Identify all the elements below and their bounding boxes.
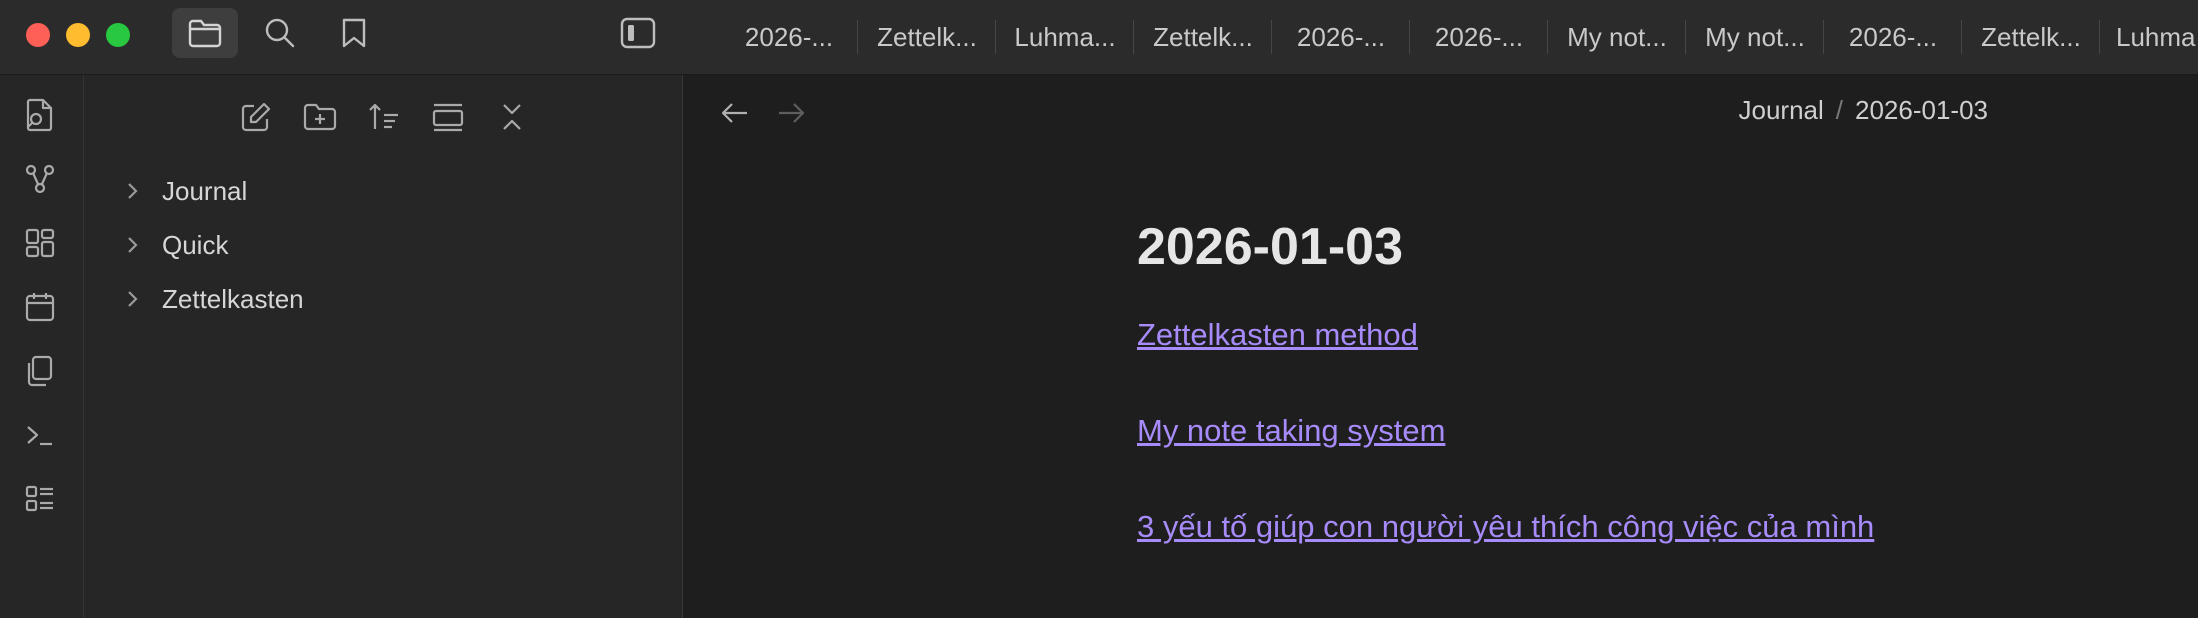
graph-view-icon[interactable] xyxy=(20,159,60,199)
chevron-right-icon xyxy=(120,286,146,312)
tab[interactable]: Zettelk... xyxy=(858,0,996,74)
bookmarks-button[interactable] xyxy=(321,8,387,58)
window-minimize-button[interactable] xyxy=(66,23,90,47)
file-explorer-button[interactable] xyxy=(172,8,238,58)
left-ribbon xyxy=(0,75,84,618)
note-content: 2026-01-03 Zettelkasten method My note t… xyxy=(1137,215,1874,603)
title-bar: 2026-... Zettelk... Luhma... Zettelk... … xyxy=(0,0,2198,75)
toggle-sidebar-button[interactable] xyxy=(605,8,671,58)
command-palette-icon[interactable] xyxy=(20,415,60,455)
tab[interactable]: Zettelk... xyxy=(1962,0,2100,74)
window-close-button[interactable] xyxy=(26,23,50,47)
folder-label: Journal xyxy=(162,175,248,206)
auto-reveal-button[interactable] xyxy=(428,97,468,137)
internal-link[interactable]: Zettelkasten method xyxy=(1137,315,1874,355)
editor-pane: Journal / 2026-01-03 2026-01-03 Zettelka… xyxy=(683,75,2198,618)
internal-link[interactable]: My note taking system xyxy=(1137,411,1874,451)
sort-button[interactable] xyxy=(364,97,404,137)
arrow-left-icon xyxy=(721,103,747,123)
canvas-icon[interactable] xyxy=(20,223,60,263)
folder-item-quick[interactable]: Quick xyxy=(120,225,228,265)
folder-label: Zettelkasten xyxy=(162,283,304,314)
breadcrumb: Journal / 2026-01-03 xyxy=(1738,95,1988,126)
templates-icon[interactable] xyxy=(20,351,60,391)
search-icon xyxy=(265,18,295,48)
tab[interactable]: 2026-... xyxy=(1410,0,1548,74)
note-title[interactable]: 2026-01-03 xyxy=(1137,215,1874,279)
tab[interactable]: My not... xyxy=(1686,0,1824,74)
chevron-right-icon xyxy=(120,178,146,204)
chevron-right-icon xyxy=(120,232,146,258)
file-explorer-pane: Journal Quick Zettelkasten xyxy=(84,75,683,618)
daily-note-calendar-icon[interactable] xyxy=(20,287,60,327)
folder-label: Quick xyxy=(162,229,229,260)
bookmark-icon xyxy=(342,18,366,48)
sidebar-toggle-icon xyxy=(620,17,656,49)
search-button[interactable] xyxy=(247,8,313,58)
tab[interactable]: My not... xyxy=(1548,0,1686,74)
collapse-all-button[interactable] xyxy=(492,97,532,137)
navigate-forward-button[interactable] xyxy=(771,93,811,133)
new-note-icon xyxy=(241,102,271,132)
bases-icon[interactable] xyxy=(20,479,60,519)
arrow-right-icon xyxy=(779,103,805,123)
new-note-button[interactable] xyxy=(236,97,276,137)
tab[interactable]: Luhma xyxy=(2100,0,2196,74)
auto-reveal-icon xyxy=(432,103,464,132)
navigate-back-button[interactable] xyxy=(715,93,755,133)
tab[interactable]: 2026-... xyxy=(720,0,858,74)
internal-link[interactable]: 3 yếu tố giúp con người yêu thích công v… xyxy=(1137,507,1874,547)
new-folder-icon xyxy=(303,103,337,131)
window-maximize-button[interactable] xyxy=(106,23,130,47)
collapse-all-icon xyxy=(503,104,521,130)
tab-strip: 2026-... Zettelk... Luhma... Zettelk... … xyxy=(720,0,2196,74)
tab[interactable]: Luhma... xyxy=(996,0,1134,74)
tab[interactable]: Zettelk... xyxy=(1134,0,1272,74)
breadcrumb-folder[interactable]: Journal xyxy=(1738,95,1823,126)
tab[interactable]: 2026-... xyxy=(1824,0,1962,74)
breadcrumb-note[interactable]: 2026-01-03 xyxy=(1855,95,1988,126)
open-quick-switcher-icon[interactable] xyxy=(20,95,60,135)
tab[interactable]: 2026-... xyxy=(1272,0,1410,74)
folder-item-journal[interactable]: Journal xyxy=(120,171,247,211)
sort-icon xyxy=(369,103,398,129)
folder-item-zettelkasten[interactable]: Zettelkasten xyxy=(120,279,304,319)
breadcrumb-separator: / xyxy=(1835,95,1843,125)
new-folder-button[interactable] xyxy=(300,97,340,137)
folder-icon xyxy=(188,19,222,48)
